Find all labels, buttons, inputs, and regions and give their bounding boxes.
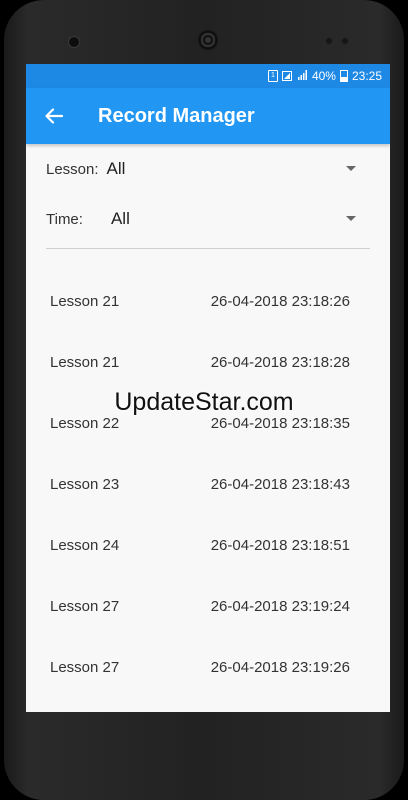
clock: 23:25 <box>351 69 382 83</box>
record-time: 26-04-2018 23:18:28 <box>210 354 350 371</box>
record-time: 26-04-2018 23:19:24 <box>210 598 350 615</box>
record-time: 26-04-2018 23:19:26 <box>210 659 350 676</box>
record-lesson: Lesson 27 <box>50 598 120 615</box>
chevron-down-icon[interactable] <box>346 166 356 171</box>
record-lesson: Lesson 24 <box>50 537 120 554</box>
app-bar: Record Manager <box>26 88 390 144</box>
record-list: Lesson 21 26-04-2018 23:18:26 Lesson 21 … <box>26 249 390 698</box>
screen: 1 40% 23:25 Record Manager Lesson: All T… <box>26 64 390 712</box>
chevron-down-icon[interactable] <box>346 216 356 221</box>
signal-icon <box>281 71 294 81</box>
battery-icon <box>339 70 348 82</box>
battery-percent: 40% <box>311 69 336 83</box>
record-lesson: Lesson 27 <box>50 659 120 676</box>
time-filter[interactable]: Time: All <box>46 194 370 244</box>
page-title: Record Manager <box>98 104 255 127</box>
list-item[interactable]: Lesson 22 26-04-2018 23:18:35 <box>26 393 390 454</box>
light-sensor <box>342 38 348 44</box>
record-lesson: Lesson 21 <box>50 293 120 310</box>
record-time: 26-04-2018 23:18:51 <box>210 537 350 554</box>
list-item[interactable]: Lesson 23 26-04-2018 23:18:43 <box>26 454 390 515</box>
time-filter-value[interactable]: All <box>111 209 130 229</box>
list-item[interactable]: Lesson 21 26-04-2018 23:18:26 <box>26 271 390 332</box>
list-item[interactable]: Lesson 24 26-04-2018 23:18:51 <box>26 515 390 576</box>
lesson-filter[interactable]: Lesson: All <box>46 144 370 194</box>
network-signal-icon <box>297 69 308 83</box>
record-lesson: Lesson 22 <box>50 415 120 432</box>
record-lesson: Lesson 21 <box>50 354 120 371</box>
list-item[interactable]: Lesson 21 26-04-2018 23:18:28 <box>26 332 390 393</box>
record-time: 26-04-2018 23:18:35 <box>210 415 350 432</box>
sim-icon: 1 <box>267 70 278 82</box>
lesson-filter-value[interactable]: All <box>107 159 126 179</box>
filters: Lesson: All Time: All <box>26 144 390 244</box>
list-item[interactable]: Lesson 27 26-04-2018 23:19:24 <box>26 576 390 637</box>
proximity-sensor <box>326 38 332 44</box>
record-lesson: Lesson 23 <box>50 476 120 493</box>
status-bar: 1 40% 23:25 <box>26 64 390 88</box>
phone-frame: 1 40% 23:25 Record Manager Lesson: All T… <box>4 0 404 800</box>
record-time: 26-04-2018 23:18:43 <box>210 476 350 493</box>
lesson-filter-label: Lesson: <box>46 160 99 178</box>
front-camera <box>68 36 80 48</box>
time-filter-label: Time: <box>46 210 83 228</box>
list-item[interactable]: Lesson 27 26-04-2018 23:19:26 <box>26 637 390 698</box>
record-time: 26-04-2018 23:18:26 <box>210 293 350 310</box>
arrow-left-icon[interactable] <box>42 104 66 128</box>
earpiece-speaker <box>198 30 218 50</box>
